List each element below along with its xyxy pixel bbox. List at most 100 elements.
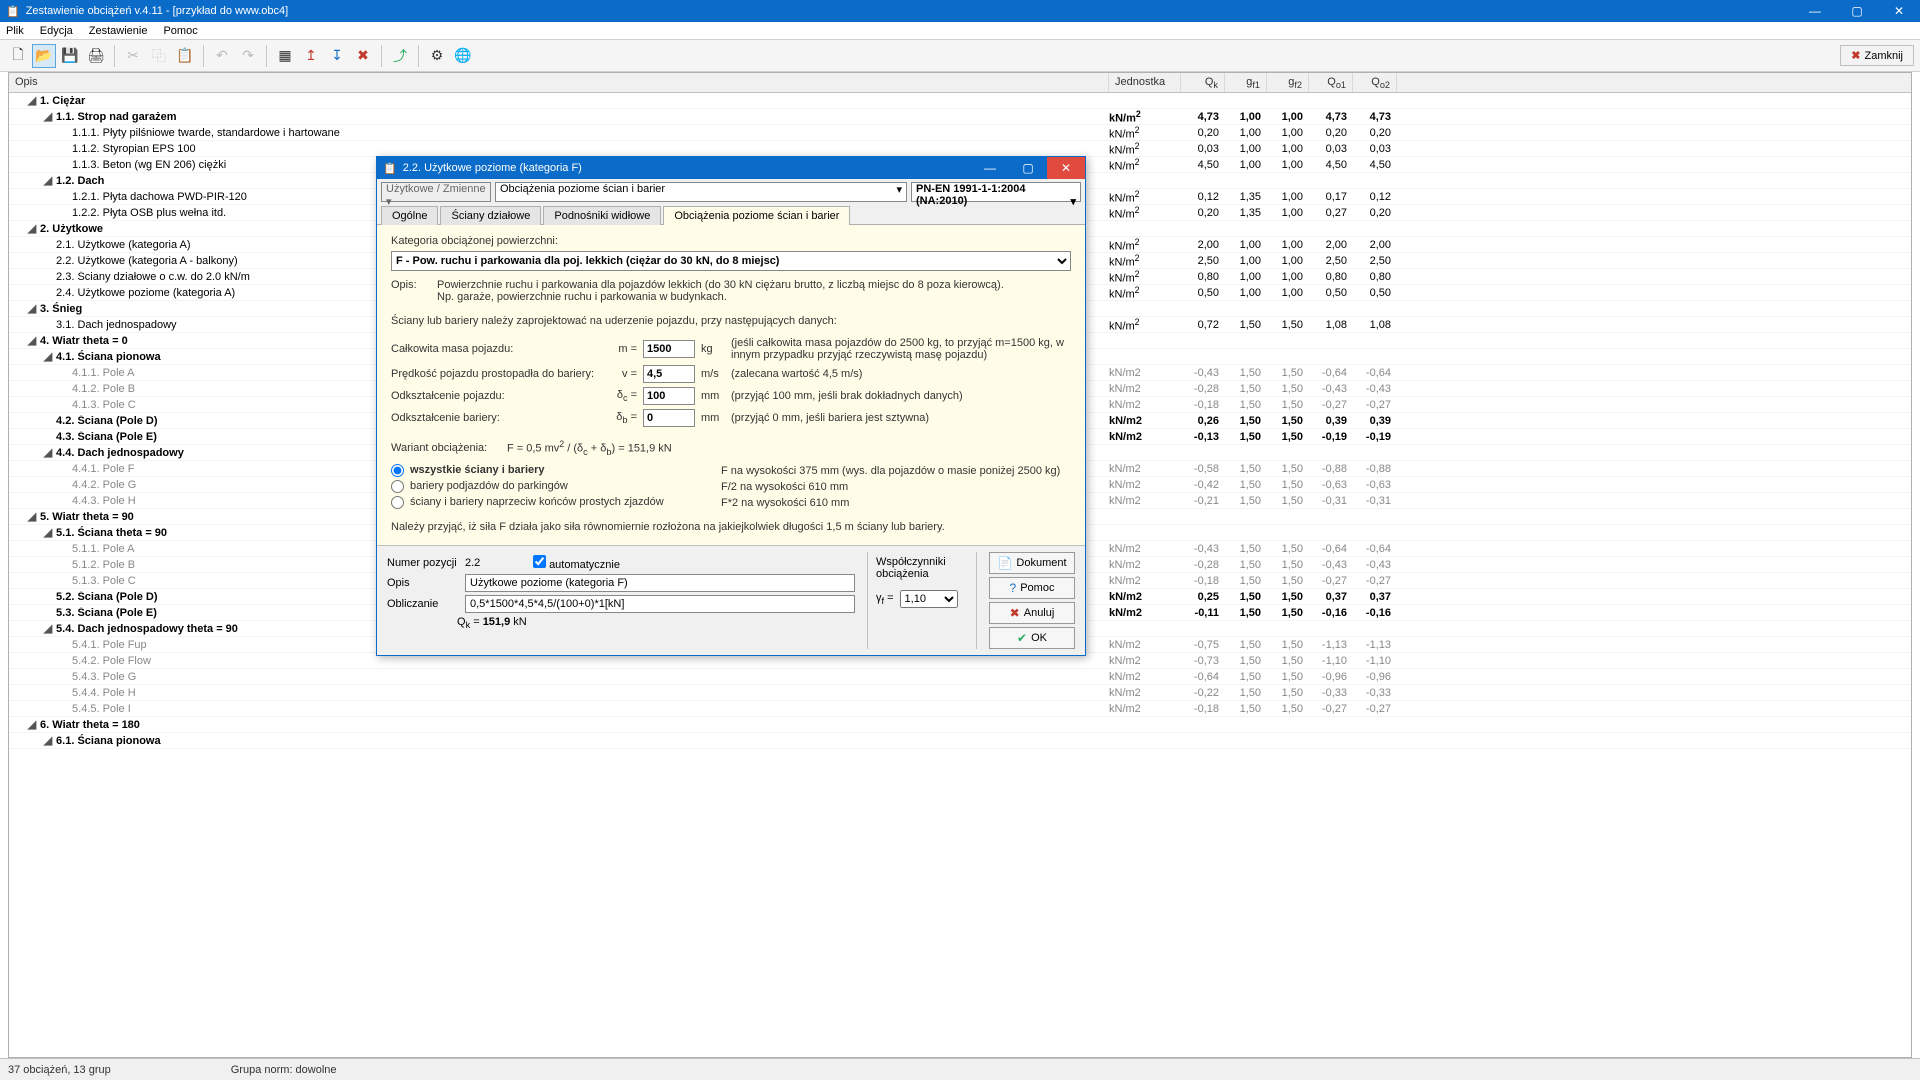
redo-icon[interactable]: ↷: [236, 44, 260, 68]
table-row[interactable]: 1.1.2. Styropian EPS 100kN/m20,031,001,0…: [9, 141, 1911, 157]
table-row[interactable]: 5.4.3. Pole GkN/m2-0,641,501,50-0,96-0,9…: [9, 669, 1911, 685]
tab-forklifts[interactable]: Podnośniki widłowe: [543, 206, 661, 225]
tree-toggle-icon[interactable]: ◢: [27, 334, 37, 347]
db-input[interactable]: [643, 409, 695, 427]
col-qk[interactable]: Qk: [1181, 73, 1225, 92]
maximize-button[interactable]: ▢: [1836, 0, 1878, 22]
row-unit: kN/m2: [1109, 109, 1181, 125]
row-gf2: 1,50: [1267, 639, 1309, 651]
dialog-minimize-button[interactable]: —: [971, 157, 1009, 179]
tree-toggle-icon[interactable]: ◢: [43, 734, 53, 747]
radio-ramps[interactable]: [391, 480, 404, 493]
tab-partition-walls[interactable]: Ściany działowe: [440, 206, 541, 225]
table-row[interactable]: ◢ 6.1. Ściana pionowa: [9, 733, 1911, 749]
bottom-opis-input[interactable]: [465, 574, 855, 592]
open-icon[interactable]: 📂: [32, 44, 56, 68]
tree-toggle-icon[interactable]: ◢: [43, 526, 53, 539]
copy-icon[interactable]: ⿻: [147, 44, 171, 68]
tab-horizontal-loads[interactable]: Obciążenia poziome ścian i barier: [663, 206, 850, 225]
row-qk: 0,80: [1181, 271, 1225, 283]
tree-toggle-icon[interactable]: ◢: [43, 446, 53, 459]
row-label: 2.3. Ściany działowe o c.w. do 2.0 kN/m: [53, 271, 250, 283]
row-label: 4.3. Ściana (Pole E): [53, 431, 157, 443]
menu-edit[interactable]: Edycja: [40, 25, 73, 37]
move-down-icon[interactable]: ↧: [325, 44, 349, 68]
row-label: 5.4.4. Pole H: [69, 687, 136, 699]
tree-toggle-icon[interactable]: ◢: [27, 510, 37, 523]
row-qo2: 4,50: [1353, 159, 1397, 171]
menu-report[interactable]: Zestawienie: [89, 25, 148, 37]
row-label: 4.1.1. Pole A: [69, 367, 134, 379]
cut-icon[interactable]: ✂: [121, 44, 145, 68]
m-input[interactable]: [643, 340, 695, 358]
gf-select[interactable]: 1,10: [900, 590, 958, 608]
tab-general[interactable]: Ogólne: [381, 206, 438, 225]
cancel-button[interactable]: ✖Anuluj: [989, 602, 1075, 624]
row-label: 5.1.2. Pole B: [69, 559, 135, 571]
category-select[interactable]: F - Pow. ruchu i parkowania dla poj. lek…: [391, 251, 1071, 271]
row-qk: 0,20: [1181, 207, 1225, 219]
v-label: Prędkość pojazdu prostopadła do bariery:: [391, 368, 601, 380]
dialog-maximize-button[interactable]: ▢: [1009, 157, 1047, 179]
col-unit[interactable]: Jednostka: [1109, 73, 1181, 92]
help-button[interactable]: ?Pomoc: [989, 577, 1075, 599]
minimize-button[interactable]: —: [1794, 0, 1836, 22]
print-icon[interactable]: 🖨: [84, 44, 108, 68]
delete-icon[interactable]: ✖: [351, 44, 375, 68]
ok-button[interactable]: ✔OK: [989, 627, 1075, 649]
globe-icon[interactable]: 🌐: [451, 44, 475, 68]
table-icon[interactable]: ▦: [273, 44, 297, 68]
close-window-button[interactable]: ✕: [1878, 0, 1920, 22]
tree-toggle-icon[interactable]: ◢: [43, 622, 53, 635]
col-qo2[interactable]: Qo2: [1353, 73, 1397, 92]
table-row[interactable]: 1.1.1. Płyty pilśniowe twarde, standardo…: [9, 125, 1911, 141]
menu-help[interactable]: Pomoc: [163, 25, 197, 37]
col-gf1[interactable]: gf1: [1225, 73, 1267, 92]
close-button-label: Zamknij: [1864, 50, 1903, 62]
col-description[interactable]: Opis: [9, 73, 1109, 92]
move-up-icon[interactable]: ↥: [299, 44, 323, 68]
document-button[interactable]: 📄Dokument: [989, 552, 1075, 574]
menu-file[interactable]: Plik: [6, 25, 24, 37]
table-row[interactable]: ◢ 1. Ciężar: [9, 93, 1911, 109]
dialog-close-button[interactable]: ✕: [1047, 157, 1085, 179]
row-label: 2.2. Użytkowe (kategoria A - balkony): [53, 255, 238, 267]
tree-toggle-icon[interactable]: ◢: [43, 350, 53, 363]
close-button[interactable]: ✖Zamknij: [1840, 45, 1914, 66]
undo-icon[interactable]: ↶: [210, 44, 234, 68]
table-row[interactable]: ◢ 6. Wiatr theta = 180: [9, 717, 1911, 733]
table-row[interactable]: 5.4.5. Pole IkN/m2-0,181,501,50-0,27-0,2…: [9, 701, 1911, 717]
dc-input[interactable]: [643, 387, 695, 405]
tree-toggle-icon[interactable]: ◢: [27, 94, 37, 107]
table-row[interactable]: 5.4.4. Pole HkN/m2-0,221,501,50-0,33-0,3…: [9, 685, 1911, 701]
combo-norm[interactable]: PN-EN 1991-1-1:2004 (NA:2010) ▾: [911, 182, 1081, 202]
tree-toggle-icon[interactable]: ◢: [43, 174, 53, 187]
row-qo1: -1,13: [1309, 639, 1353, 651]
radio-descent-ends[interactable]: [391, 496, 404, 509]
settings-icon[interactable]: ⚙: [425, 44, 449, 68]
row-label: 5.1. Ściana theta = 90: [53, 527, 167, 539]
add-icon[interactable]: ⤴: [388, 44, 412, 68]
row-qo1: -0,64: [1309, 367, 1353, 379]
save-icon[interactable]: 💾: [58, 44, 82, 68]
radio-all-walls[interactable]: [391, 464, 404, 477]
tree-toggle-icon[interactable]: ◢: [27, 222, 37, 235]
col-gf2[interactable]: gf2: [1267, 73, 1309, 92]
paste-icon[interactable]: 📋: [173, 44, 197, 68]
v-input[interactable]: [643, 365, 695, 383]
grid-header: Opis Jednostka Qk gf1 gf2 Qo1 Qo2: [9, 73, 1911, 93]
row-qo2: 1,08: [1353, 319, 1397, 331]
dialog-title-bar[interactable]: 📋 2.2. Użytkowe poziome (kategoria F) — …: [377, 157, 1085, 179]
row-qo2: 0,39: [1353, 415, 1397, 427]
col-qo1[interactable]: Qo1: [1309, 73, 1353, 92]
auto-checkbox[interactable]: [533, 555, 546, 568]
tree-toggle-icon[interactable]: ◢: [43, 110, 53, 123]
new-icon[interactable]: 🗋: [6, 44, 30, 68]
table-row[interactable]: ◢ 1.1. Strop nad garażemkN/m24,731,001,0…: [9, 109, 1911, 125]
combo-load-type[interactable]: Użytkowe / Zmienne ▾: [381, 182, 491, 202]
row-qk: -0,28: [1181, 559, 1225, 571]
combo-load-subtype[interactable]: Obciążenia poziome ścian i barier ▾: [495, 182, 907, 202]
bottom-obl-input[interactable]: [465, 595, 855, 613]
tree-toggle-icon[interactable]: ◢: [27, 302, 37, 315]
tree-toggle-icon[interactable]: ◢: [27, 718, 37, 731]
